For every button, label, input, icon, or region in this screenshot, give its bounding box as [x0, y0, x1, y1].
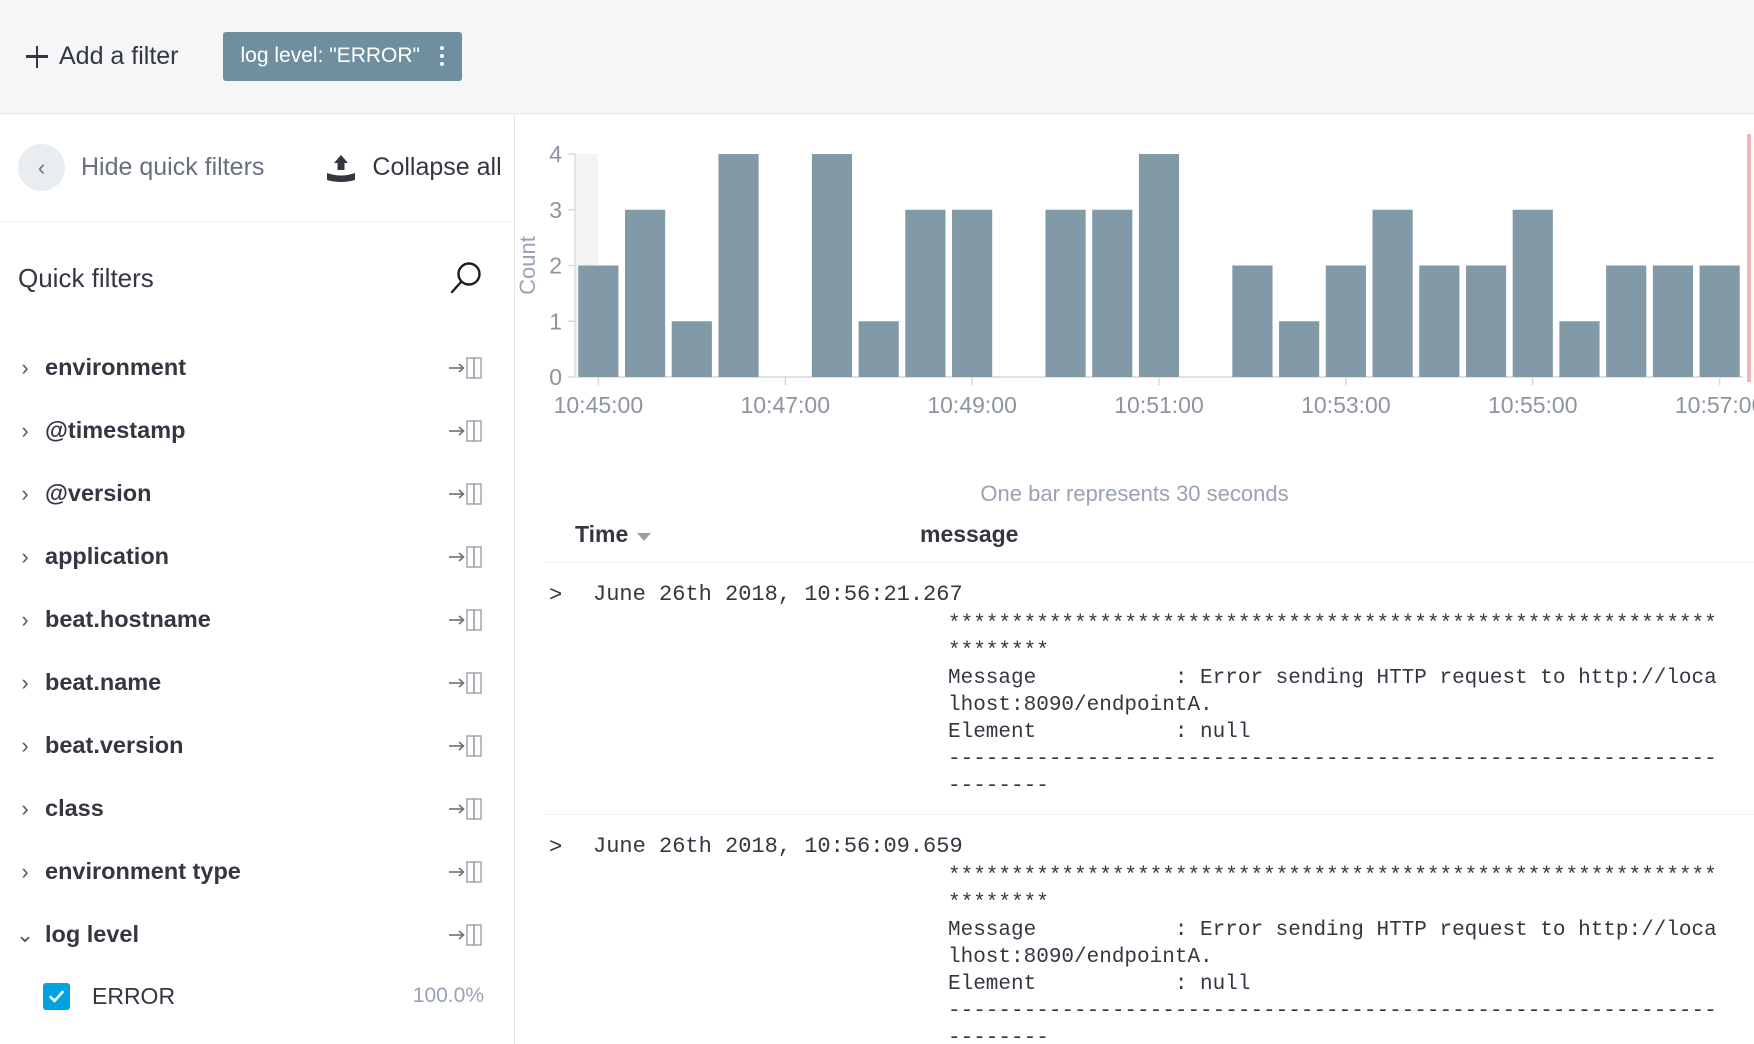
log-row-time: June 26th 2018, 10:56:21.267 — [593, 582, 963, 607]
svg-text:10:55:00: 10:55:00 — [1488, 392, 1578, 418]
svg-text:10:47:00: 10:47:00 — [740, 392, 830, 418]
log-explorer-app: Add a filter log level: "ERROR" ‹ Hide q… — [0, 0, 1754, 1044]
log-rows-container: > June 26th 2018, 10:56:21.267 ***********… — [545, 563, 1754, 1044]
chevron-right-icon[interactable]: › — [12, 733, 38, 759]
kebab-menu-icon[interactable] — [438, 44, 447, 69]
svg-text:1: 1 — [549, 308, 562, 334]
quick-filter-field-beat-name[interactable]: › beat.name — [0, 651, 514, 714]
hide-quick-filters-label: Hide quick filters — [81, 153, 265, 181]
quick-filter-field-label: log level — [45, 921, 140, 947]
quick-filter-field-label: @timestamp — [45, 417, 186, 443]
svg-text:10:45:00: 10:45:00 — [554, 392, 644, 418]
svg-text:4: 4 — [549, 141, 562, 167]
sidebar-toolbar: ‹ Hide quick filters Collapse all — [0, 114, 514, 222]
move-to-column-icon[interactable] — [448, 481, 484, 507]
svg-text:10:49:00: 10:49:00 — [927, 392, 1017, 418]
chevron-right-icon[interactable]: › — [12, 670, 38, 696]
quick-filter-field-application[interactable]: › application — [0, 525, 514, 588]
log-row-message: ****************************************… — [948, 865, 1717, 1044]
move-to-column-icon[interactable] — [448, 796, 484, 822]
svg-text:Count: Count — [515, 236, 540, 295]
quick-filter-field-label: @version — [45, 480, 152, 506]
move-to-column-icon[interactable] — [448, 418, 484, 444]
collapse-all-icon — [327, 154, 356, 182]
chevron-right-icon[interactable]: › — [12, 418, 38, 444]
quick-filter-field-log-level[interactable]: ⌄ log level — [0, 903, 514, 966]
filter-bar: Add a filter log level: "ERROR" — [0, 0, 1754, 114]
chevron-right-icon[interactable]: › — [12, 544, 38, 570]
column-header-time-label: Time — [575, 521, 629, 547]
sort-descending-caret — [637, 532, 652, 541]
quick-filter-field-label: beat.version — [45, 732, 184, 758]
quick-filter-field-label: application — [45, 543, 170, 569]
quick-filter-field-environment-type[interactable]: › environment type — [0, 840, 514, 903]
chevron-right-icon[interactable]: › — [12, 859, 38, 885]
quick-filter-field-label: environment type — [45, 858, 241, 884]
quick-filters-sidebar: ‹ Hide quick filters Collapse all Quick … — [0, 114, 515, 1044]
active-filter-label: log level: "ERROR" — [240, 44, 420, 67]
add-filter-button[interactable]: Add a filter — [20, 38, 185, 75]
quick-filter-value-error[interactable]: ERROR 100.0% — [0, 966, 514, 1026]
chart-caption: One bar represents 30 seconds — [980, 481, 1289, 506]
move-to-column-icon[interactable] — [448, 607, 484, 633]
move-to-column-icon[interactable] — [448, 859, 484, 885]
svg-text:0: 0 — [549, 364, 562, 390]
column-header-time[interactable]: Time — [575, 521, 920, 548]
checkbox-error[interactable] — [43, 982, 70, 1010]
table-row[interactable]: > June 26th 2018, 10:56:09.659 ***********… — [545, 815, 1754, 1044]
svg-text:10:57:00: 10:57:00 — [1675, 392, 1754, 418]
hide-quick-filters-button[interactable]: ‹ Hide quick filters — [18, 144, 264, 191]
quick-filters-header: Quick filters — [0, 222, 514, 334]
svg-text:10:53:00: 10:53:00 — [1301, 392, 1391, 418]
table-row[interactable]: > June 26th 2018, 10:56:21.267 ***********… — [545, 563, 1754, 815]
quick-filter-value-percent: 100.0% — [412, 984, 484, 1007]
chevron-down-icon[interactable]: ⌄ — [12, 922, 38, 948]
svg-text:10:51:00: 10:51:00 — [1114, 392, 1204, 418]
quick-filter-field-label: beat.name — [45, 669, 162, 695]
quick-filter-field--timestamp[interactable]: › @timestamp — [0, 399, 514, 462]
active-filter-pill[interactable]: log level: "ERROR" — [222, 31, 463, 82]
check-icon — [49, 990, 64, 1002]
quick-filter-field-label: environment — [45, 354, 187, 380]
quick-filters-title: Quick filters — [18, 262, 154, 293]
quick-filter-field--version[interactable]: › @version — [0, 462, 514, 525]
quick-filter-field-environment[interactable]: › environment — [0, 336, 514, 399]
quick-filters-list: › environment › @timestamp › @version › appl… — [0, 334, 514, 1044]
chevron-right-icon[interactable]: > — [545, 833, 593, 1044]
collapse-all-button[interactable]: Collapse all — [324, 153, 502, 183]
histogram-chart[interactable]: 0 1 2 3 4 Count 10:45:00 10:47:00 10:49:00 10:51:… — [515, 114, 1754, 507]
svg-text:2: 2 — [549, 253, 562, 279]
collapse-all-label: Collapse all — [372, 153, 502, 181]
chevron-right-icon[interactable]: › — [12, 607, 38, 633]
log-table: Time message > June 26th 2018, 10:56:21.2… — [515, 507, 1754, 1044]
log-row-time: June 26th 2018, 10:56:09.659 — [593, 834, 963, 859]
quick-filter-field-beat-version[interactable]: › beat.version — [0, 714, 514, 777]
quick-filter-field-label: beat.hostname — [45, 606, 211, 632]
search-icon[interactable] — [448, 260, 484, 296]
move-to-column-icon[interactable] — [448, 922, 484, 948]
quick-filter-field-class[interactable]: › class — [0, 777, 514, 840]
svg-text:3: 3 — [549, 197, 562, 223]
chevron-left-icon: ‹ — [18, 144, 65, 191]
log-row-message: ****************************************… — [948, 613, 1717, 798]
add-filter-label: Add a filter — [59, 42, 179, 70]
quick-filter-field-label: class — [45, 795, 104, 821]
quick-filter-field-beat-hostname[interactable]: › beat.hostname — [0, 588, 514, 651]
chevron-right-icon[interactable]: › — [12, 355, 38, 381]
move-to-column-icon[interactable] — [448, 733, 484, 759]
move-to-column-icon[interactable] — [448, 670, 484, 696]
body-split: ‹ Hide quick filters Collapse all Quick … — [0, 114, 1754, 1044]
column-header-message[interactable]: message — [920, 521, 1018, 548]
plus-icon — [26, 45, 48, 68]
chevron-right-icon[interactable]: › — [12, 796, 38, 822]
quick-filter-value-label: ERROR — [92, 982, 176, 1009]
main-panel: 0 1 2 3 4 Count 10:45:00 10:47:00 10:49:00 10:51:… — [515, 114, 1754, 1044]
chevron-right-icon[interactable]: › — [12, 481, 38, 507]
table-header-row: Time message — [545, 507, 1754, 563]
move-to-column-icon[interactable] — [448, 355, 484, 381]
move-to-column-icon[interactable] — [448, 544, 484, 570]
chevron-right-icon[interactable]: > — [545, 581, 593, 814]
histogram-svg: 0 1 2 3 4 Count 10:45:00 10:47:00 10:49:00 10:51:… — [515, 134, 1754, 418]
